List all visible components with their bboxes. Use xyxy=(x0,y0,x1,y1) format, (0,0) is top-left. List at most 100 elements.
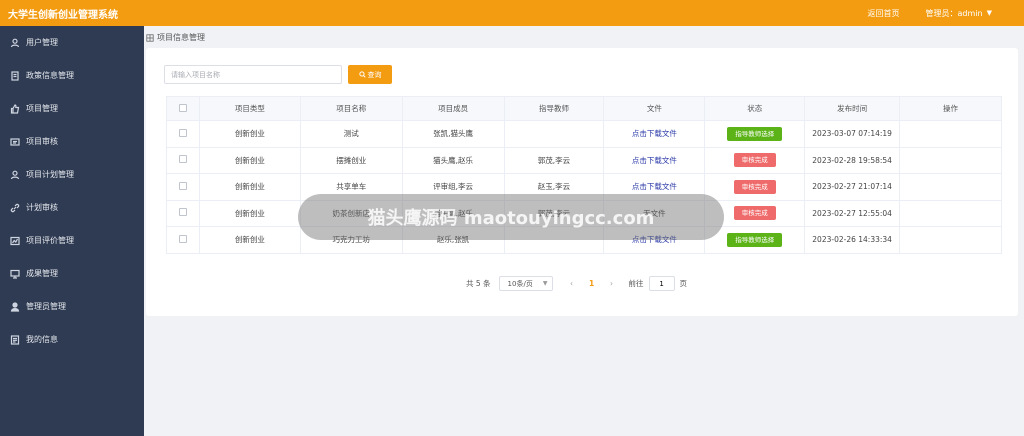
cell-actions xyxy=(899,226,1002,254)
user-icon xyxy=(10,170,20,180)
sidebar-item-0[interactable]: 用户管理 xyxy=(0,26,144,59)
sidebar-item-4[interactable]: 项目计划管理 xyxy=(0,158,144,191)
status-button[interactable]: 指导教师选择 xyxy=(727,232,783,247)
page-unit: 页 xyxy=(679,279,688,288)
prev-page-icon[interactable]: ‹ xyxy=(565,279,579,288)
home-link[interactable]: 返回首页 xyxy=(868,8,900,19)
cell-actions xyxy=(899,146,1002,174)
search-icon xyxy=(358,71,366,78)
cell-type: 创新创业 xyxy=(198,199,301,227)
page-size-value: 10条/页 xyxy=(507,279,533,288)
search-bar: 查询 xyxy=(164,65,392,84)
content-panel: 查询 项目类型 项目名称 项目成员 指导教师 文件 状态 发布时间 操作 创新创… xyxy=(146,48,1018,316)
cell-status: 指导教师选择 xyxy=(704,226,806,254)
cell-teacher xyxy=(503,120,605,148)
cell-file: 点击下载文件 xyxy=(603,146,706,174)
cell-status: 审核完成 xyxy=(704,173,806,201)
status-button[interactable]: 审核完成 xyxy=(733,179,776,194)
search-button-label: 查询 xyxy=(367,70,382,79)
chart-icon xyxy=(10,236,20,246)
sidebar-item-label: 项目管理 xyxy=(26,104,58,113)
header-actions: 返回首页 管理员：admin ▼ xyxy=(868,8,1024,19)
status-button[interactable]: 审核完成 xyxy=(733,153,776,168)
sidebar-item-label: 项目评价管理 xyxy=(26,236,74,245)
cell-name: 摆摊创业 xyxy=(299,146,403,174)
cell-name: 测试 xyxy=(299,120,403,148)
search-button[interactable]: 查询 xyxy=(348,65,392,84)
download-file-link[interactable]: 点击下载文件 xyxy=(632,129,677,138)
select-all-cell[interactable] xyxy=(166,96,200,121)
row-checkbox[interactable] xyxy=(178,208,187,217)
sidebar-item-label: 我的信息 xyxy=(26,335,58,344)
cell-status: 指导教师选择 xyxy=(704,120,806,148)
row-select-cell[interactable] xyxy=(166,199,200,227)
row-select-cell[interactable] xyxy=(166,173,200,201)
sidebar-item-2[interactable]: 项目管理 xyxy=(0,92,144,125)
goto-page-input[interactable] xyxy=(648,276,675,291)
cell-members: 张凯,猫头鹰 xyxy=(401,120,505,148)
sidebar-item-label: 计划审核 xyxy=(26,203,58,212)
cell-actions xyxy=(899,173,1002,201)
sidebar-item-label: 用户管理 xyxy=(26,38,58,47)
document-icon xyxy=(10,70,20,81)
user-icon xyxy=(10,38,20,48)
cell-time: 2023-02-28 19:58:54 xyxy=(804,146,901,174)
download-file-link[interactable]: 点击下载文件 xyxy=(632,156,677,165)
select-all-checkbox[interactable] xyxy=(178,103,187,112)
sidebar-item-label: 管理员管理 xyxy=(26,302,66,311)
sidebar-item-9[interactable]: 我的信息 xyxy=(0,323,144,356)
sidebar-item-6[interactable]: 项目评价管理 xyxy=(0,224,144,257)
col-actions: 操作 xyxy=(899,96,1002,121)
caret-down-icon: ▼ xyxy=(986,9,992,17)
cell-time: 2023-03-07 07:14:19 xyxy=(804,120,901,148)
page-number[interactable]: 1 xyxy=(585,279,599,288)
status-button[interactable]: 指导教师选择 xyxy=(727,126,783,141)
sidebar-item-label: 项目计划管理 xyxy=(26,170,74,179)
download-file-link[interactable]: 点击下载文件 xyxy=(632,182,677,191)
col-members: 项目成员 xyxy=(401,96,505,121)
table-row: 创新创业 摆摊创业 猫头鹰,赵乐 郭茂,李云 点击下载文件 审核完成 2023-02-28 … xyxy=(166,146,1002,174)
goto-label: 前往 xyxy=(628,279,644,288)
sidebar-item-3[interactable]: 项目审核 xyxy=(0,125,144,158)
col-name: 项目名称 xyxy=(299,96,403,121)
cell-actions xyxy=(899,120,1002,148)
cell-status: 审核完成 xyxy=(704,146,806,174)
sidebar-item-5[interactable]: 计划审核 xyxy=(0,191,144,224)
id-icon xyxy=(10,334,20,345)
sidebar-item-7[interactable]: 成果管理 xyxy=(0,257,144,290)
person-icon xyxy=(10,301,20,312)
sidebar-item-1[interactable]: 政策信息管理 xyxy=(0,59,144,92)
sidebar-item-label: 项目审核 xyxy=(26,137,58,146)
table-row: 创新创业 测试 张凯,猫头鹰 点击下载文件 指导教师选择 2023-03-07 07:14… xyxy=(166,120,1002,148)
row-checkbox[interactable] xyxy=(178,155,187,164)
admin-menu[interactable]: 管理员：admin ▼ xyxy=(926,8,992,19)
watermark-banner: 猫头鹰源码 maotouyingcc.com xyxy=(298,194,724,240)
row-checkbox[interactable] xyxy=(178,234,187,243)
sidebar-item-8[interactable]: 管理员管理 xyxy=(0,290,144,323)
col-time: 发布时间 xyxy=(804,96,901,121)
breadcrumb: 项目信息管理 xyxy=(146,32,205,43)
cell-file: 点击下载文件 xyxy=(603,120,706,148)
row-checkbox[interactable] xyxy=(178,181,187,190)
page-size-select[interactable]: 10条/页 ▼ xyxy=(498,276,553,291)
cell-time: 2023-02-26 14:33:34 xyxy=(804,226,901,254)
table-header-row: 项目类型 项目名称 项目成员 指导教师 文件 状态 发布时间 操作 xyxy=(166,96,1002,121)
row-select-cell[interactable] xyxy=(166,226,200,254)
search-input[interactable] xyxy=(164,65,342,84)
row-select-cell[interactable] xyxy=(166,120,200,148)
cell-time: 2023-02-27 21:07:14 xyxy=(804,173,901,201)
cell-type: 创新创业 xyxy=(198,173,301,201)
cell-teacher: 郭茂,李云 xyxy=(503,146,605,174)
row-select-cell[interactable] xyxy=(166,146,200,174)
app-title: 大学生创新创业管理系统 xyxy=(8,9,118,21)
grid-icon xyxy=(146,33,154,42)
link-icon xyxy=(10,203,20,213)
status-button[interactable]: 审核完成 xyxy=(733,206,776,221)
next-page-icon[interactable]: › xyxy=(605,279,619,288)
row-checkbox[interactable] xyxy=(178,128,187,137)
col-file: 文件 xyxy=(603,96,706,121)
admin-label: 管理员：admin xyxy=(925,8,983,18)
monitor-icon xyxy=(10,269,20,279)
chevron-down-icon: ▼ xyxy=(542,280,548,287)
top-header: 大学生创新创业管理系统 返回首页 管理员：admin ▼ xyxy=(0,0,1024,26)
